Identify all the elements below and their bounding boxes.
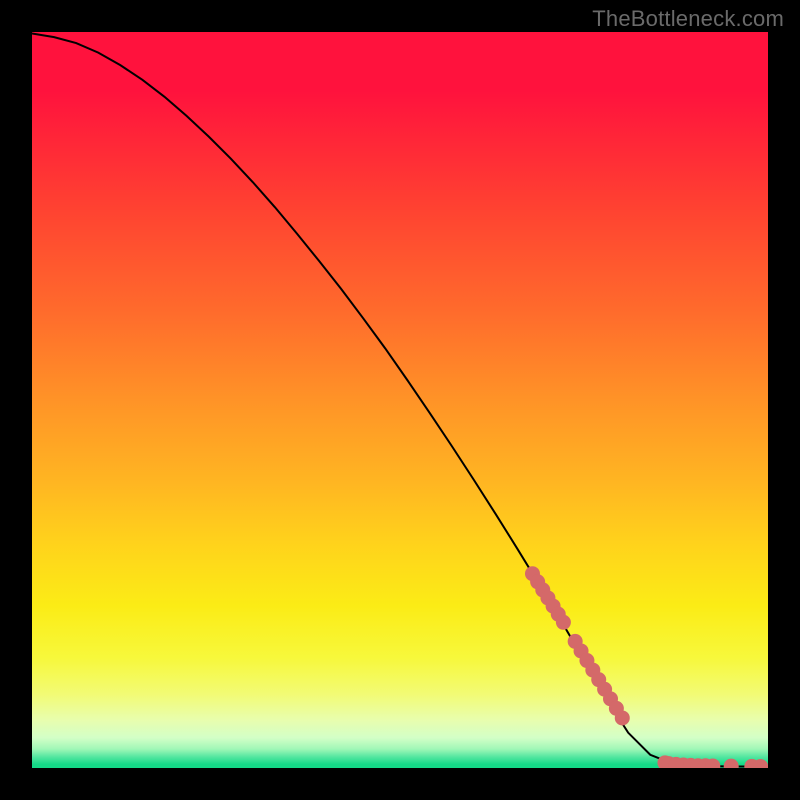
attribution-text: TheBottleneck.com — [592, 6, 784, 32]
data-point — [556, 615, 571, 630]
data-point — [724, 759, 739, 768]
curve-layer — [32, 32, 768, 768]
plot-area — [32, 32, 768, 768]
bottleneck-curve — [32, 33, 768, 766]
data-point — [615, 710, 630, 725]
chart-container: { "attribution": "TheBottleneck.com", "c… — [0, 0, 800, 800]
